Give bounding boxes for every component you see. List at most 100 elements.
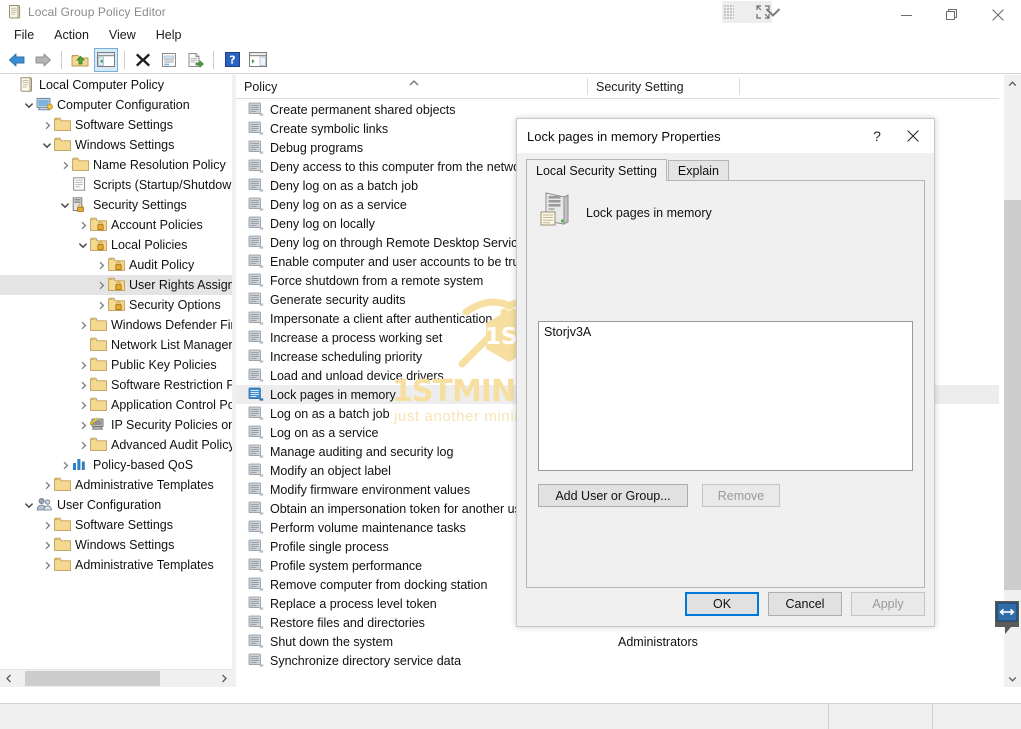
chevron-right-icon[interactable]: [58, 455, 72, 475]
drag-grip[interactable]: [724, 5, 734, 19]
tree-node[interactable]: Local Policies: [0, 235, 232, 255]
resize-handle-icon[interactable]: [994, 597, 1020, 645]
policy-setting-icon: [248, 292, 264, 307]
tree-node[interactable]: User Configuration: [0, 495, 232, 515]
policy-setting-icon: [248, 653, 264, 668]
chevron-down-icon[interactable]: [40, 135, 54, 155]
tree-node[interactable]: Network List Manager Po: [0, 335, 232, 355]
ok-button[interactable]: OK: [685, 592, 759, 616]
chevron-right-icon[interactable]: [76, 375, 90, 395]
menu-help[interactable]: Help: [146, 26, 192, 44]
tab-explain[interactable]: Explain: [667, 160, 729, 181]
table-row[interactable]: Shut down the system Administrators: [236, 632, 999, 651]
chevron-right-icon[interactable]: [40, 555, 54, 575]
chevron-down-icon[interactable]: [76, 235, 90, 255]
dialog-help-button[interactable]: ?: [862, 121, 892, 151]
tree-horizontal-scrollbar[interactable]: [0, 669, 232, 687]
tree-node[interactable]: Scripts (Startup/Shutdown): [0, 175, 232, 195]
apply-button[interactable]: Apply: [851, 592, 925, 616]
chevron-down-icon[interactable]: [22, 495, 36, 515]
policy-setting-icon: [248, 634, 264, 649]
chevron-right-icon[interactable]: [76, 435, 90, 455]
tree-node[interactable]: Audit Policy: [0, 255, 232, 275]
tree-node[interactable]: Policy-based QoS: [0, 455, 232, 475]
policy-setting-icon: [248, 596, 264, 611]
tree-node[interactable]: Public Key Policies: [0, 355, 232, 375]
tree-node[interactable]: Software Settings: [0, 515, 232, 535]
policy-setting-icon: [248, 444, 264, 459]
server-policy-icon: [538, 191, 572, 229]
chevron-right-icon[interactable]: [94, 295, 108, 315]
tree-hscroll-track[interactable]: [17, 670, 215, 687]
tree-node[interactable]: Windows Settings: [0, 135, 232, 155]
delete-button[interactable]: [131, 48, 155, 72]
chevron-right-icon[interactable]: [40, 535, 54, 555]
menu-file[interactable]: File: [4, 26, 44, 44]
chevron-right-icon[interactable]: [40, 475, 54, 495]
chevron-right-icon[interactable]: [76, 395, 90, 415]
export-list-button[interactable]: [183, 48, 207, 72]
chevron-right-icon[interactable]: [40, 515, 54, 535]
tree-node[interactable]: Administrative Templates: [0, 475, 232, 495]
remove-button[interactable]: Remove: [702, 484, 780, 507]
tree-node[interactable]: Software Settings: [0, 115, 232, 135]
up-one-level-button[interactable]: [68, 48, 92, 72]
tree-node[interactable]: Account Policies: [0, 215, 232, 235]
forward-button[interactable]: [31, 48, 55, 72]
column-security-setting[interactable]: Security Setting: [588, 75, 740, 99]
scroll-left-icon[interactable]: [0, 670, 17, 687]
help-button[interactable]: ?: [220, 48, 244, 72]
add-user-or-group-button[interactable]: Add User or Group...: [538, 484, 688, 507]
user-group-list[interactable]: Storjv3A: [538, 321, 913, 471]
tree-node[interactable]: Local Computer Policy: [0, 75, 232, 95]
chevron-right-icon[interactable]: [76, 355, 90, 375]
chevron-right-icon[interactable]: [40, 115, 54, 135]
folder-icon: [54, 117, 71, 133]
tree-node[interactable]: Name Resolution Policy: [0, 155, 232, 175]
back-button[interactable]: [5, 48, 29, 72]
tree-twisty-placeholder: [4, 75, 18, 95]
tree-node[interactable]: IP Security Policies on Lo: [0, 415, 232, 435]
policy-setting-icon: [248, 501, 264, 516]
tree-node[interactable]: Administrative Templates: [0, 555, 232, 575]
dialog-close-button[interactable]: [892, 121, 934, 151]
properties-button[interactable]: [157, 48, 181, 72]
tree-node[interactable]: User Rights Assignme: [0, 275, 232, 295]
tree-node[interactable]: Security Settings: [0, 195, 232, 215]
scroll-up-icon[interactable]: [1004, 75, 1021, 92]
chevron-down-icon[interactable]: [58, 195, 72, 215]
chevron-right-icon[interactable]: [76, 215, 90, 235]
tree-node[interactable]: Windows Defender Firew: [0, 315, 232, 335]
chevron-right-icon[interactable]: [94, 255, 108, 275]
list-vscroll-thumb[interactable]: [1004, 200, 1021, 590]
chevron-down-icon[interactable]: [22, 95, 36, 115]
acl-entry[interactable]: Storjv3A: [544, 325, 907, 339]
tree-node[interactable]: Windows Settings: [0, 535, 232, 555]
tree-hscroll-thumb[interactable]: [25, 671, 160, 686]
menu-view[interactable]: View: [99, 26, 146, 44]
scroll-right-icon[interactable]: [215, 670, 232, 687]
list-vertical-scrollbar[interactable]: [1004, 75, 1021, 687]
scroll-down-icon[interactable]: [1004, 670, 1021, 687]
chevron-right-icon[interactable]: [76, 315, 90, 335]
menu-action[interactable]: Action: [44, 26, 99, 44]
chevron-down-icon[interactable]: [762, 2, 784, 22]
chevron-right-icon[interactable]: [76, 415, 90, 435]
tree-node[interactable]: Computer Configuration: [0, 95, 232, 115]
tree-node[interactable]: Application Control Polic: [0, 395, 232, 415]
policy-header: Lock pages in memory: [538, 191, 712, 229]
chevron-right-icon[interactable]: [94, 275, 108, 295]
tree-node[interactable]: Software Restriction Polic: [0, 375, 232, 395]
folder-icon: [90, 317, 107, 333]
chevron-right-icon[interactable]: [58, 155, 72, 175]
show-hide-tree-button[interactable]: [94, 47, 118, 72]
tab-local-security-setting[interactable]: Local Security Setting: [526, 159, 667, 181]
cancel-button[interactable]: Cancel: [768, 592, 842, 616]
table-row[interactable]: Synchronize directory service data: [236, 651, 999, 668]
tree-node[interactable]: Advanced Audit Policy C: [0, 435, 232, 455]
table-row[interactable]: Create permanent shared objects: [236, 100, 999, 119]
tree-node[interactable]: Security Options: [0, 295, 232, 315]
column-policy[interactable]: Policy: [236, 75, 588, 99]
console-window-icon[interactable]: [246, 48, 270, 72]
folder-lock-icon: [108, 297, 125, 313]
